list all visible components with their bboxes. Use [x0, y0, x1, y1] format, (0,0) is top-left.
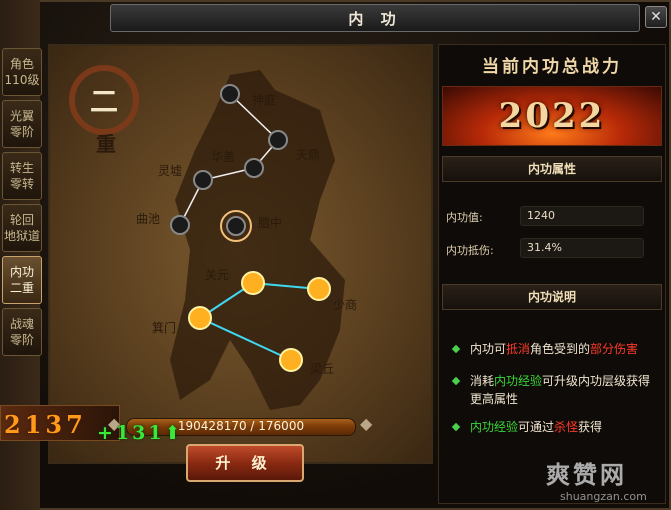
stat-label-value: 内功值: [446, 211, 483, 224]
gain-number: +131⬆ [97, 422, 184, 444]
label-huagai: 华盖 [211, 150, 236, 164]
up-arrow-icon: ⬆ [164, 422, 184, 444]
node-jimen [188, 306, 212, 330]
label-jimen: 箕门 [152, 321, 177, 335]
stat-label-reduction: 内功抵伤: [446, 244, 494, 257]
attributes-header: 内功属性 [442, 156, 662, 182]
label-shenting: 神庭 [252, 93, 277, 107]
node-shaoshang [307, 277, 331, 301]
upgrade-button[interactable]: 升 级 [186, 444, 304, 482]
label-guanyuan: 关元 [205, 268, 230, 282]
desc-line-3: 内功经验可通过杀怪获得 [470, 420, 603, 434]
label-shaoshang: 少商 [333, 298, 358, 312]
label-lingxu: 灵墟 [158, 164, 183, 178]
total-power-title: 当前内功总战力 [482, 57, 622, 77]
label-quchi: 曲池 [136, 212, 161, 226]
watermark-text: 爽赞网 [546, 461, 627, 489]
stat-value-reduction: 31.4% [520, 238, 644, 258]
exp-ornament-right-icon: ◆ [360, 414, 373, 433]
stat-value-internal: 1240 [520, 206, 644, 226]
desc-line-2: 消耗内功经验可升级内功层级获得更高属性 [470, 374, 651, 406]
node-lingxu [193, 170, 213, 190]
node-liangqiu [279, 348, 303, 372]
node-guanyuan [241, 271, 265, 295]
total-power-value: 2022 [498, 96, 606, 136]
node-tianding [268, 130, 288, 150]
label-tianding: 天鼎 [296, 148, 321, 162]
node-shenting [220, 84, 240, 104]
label-liangqiu: 梁丘 [310, 362, 335, 376]
desc-line-1: 内功可抵消角色受到的部分伤害 [470, 342, 639, 356]
node-quchi [170, 215, 190, 235]
node-huagai [244, 158, 264, 178]
tier-number: 二 [89, 85, 118, 118]
description-header: 内功说明 [442, 284, 662, 310]
label-danzhong: 膻中 [258, 216, 283, 230]
node-danzhong [226, 216, 246, 236]
tier-unit: 重 [96, 132, 116, 156]
current-value-number: 2137 [4, 410, 87, 439]
watermark-url: shuangzan.com [560, 490, 647, 503]
